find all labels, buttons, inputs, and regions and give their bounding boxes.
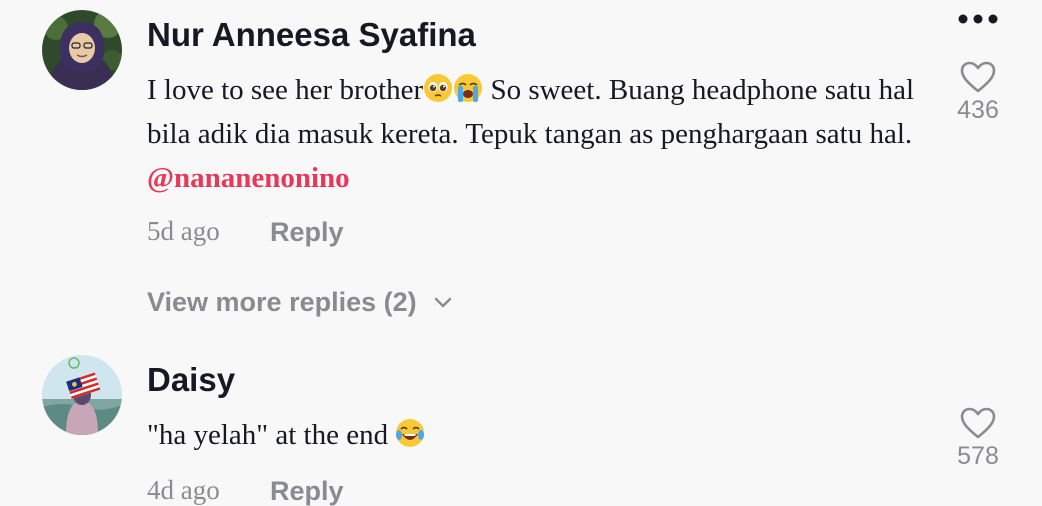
avatar[interactable] — [42, 10, 122, 90]
heart-outline-icon[interactable] — [959, 406, 997, 440]
view-more-replies-label: View more replies (2) — [147, 287, 417, 317]
pleading-face-emoji — [424, 74, 453, 102]
more-options-icon[interactable] — [956, 12, 1000, 26]
comment-text-part: "ha yelah" at the end — [147, 419, 396, 451]
reply-button[interactable]: Reply — [270, 219, 344, 246]
reply-button[interactable]: Reply — [270, 478, 344, 505]
comment-timestamp: 4d ago — [147, 475, 220, 505]
like-count: 578 — [957, 442, 999, 470]
like-control: 578 — [948, 406, 1008, 469]
comment-username[interactable]: Daisy — [147, 363, 235, 396]
tears-of-joy-emoji — [396, 419, 425, 447]
comment-username[interactable]: Nur Anneesa Syafina — [147, 18, 476, 51]
comment-timestamp: 5d ago — [147, 216, 220, 246]
heart-outline-icon[interactable] — [959, 60, 997, 94]
chevron-down-icon — [434, 297, 451, 307]
comment-text: "ha yelah" at the end — [147, 413, 927, 457]
comment-text-part: I love to see her brother — [147, 74, 424, 106]
view-more-replies-button[interactable]: View more replies (2) — [147, 289, 453, 316]
like-control: 436 — [948, 60, 1008, 123]
comments-panel: Nur Anneesa Syafina I love to see her br… — [0, 0, 1042, 506]
like-count: 436 — [957, 96, 999, 124]
user-mention-link[interactable]: @nananenonino — [147, 162, 350, 194]
loudly-crying-face-emoji — [454, 74, 483, 102]
comment-text: I love to see her brother So sweet. Buan… — [147, 68, 927, 200]
avatar-image — [42, 10, 122, 90]
avatar-image — [42, 355, 122, 435]
avatar[interactable] — [42, 355, 122, 435]
